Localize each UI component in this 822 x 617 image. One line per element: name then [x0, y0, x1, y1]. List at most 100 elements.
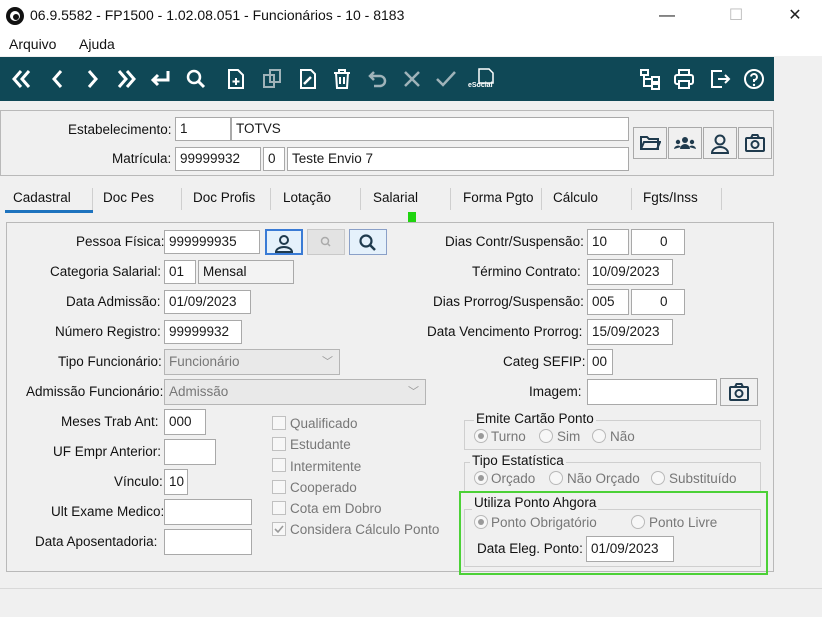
categoria-name-field: Mensal — [198, 260, 294, 284]
previous-icon[interactable] — [44, 63, 72, 95]
qualificado-label: Qualificado — [290, 416, 358, 431]
dias-prorrog-field-2[interactable]: 0 — [631, 289, 685, 315]
dias-prorrog-label: Dias Prorrog/Suspensão: — [433, 294, 584, 309]
tab-fgts-inss[interactable]: Fgts/Inss — [643, 190, 698, 205]
tab-separator — [181, 188, 182, 210]
person-icon — [710, 134, 730, 154]
termino-contrato-field[interactable]: 10/09/2023 — [587, 259, 673, 285]
matricula-name-field[interactable]: Teste Envio 7 — [287, 147, 629, 171]
dias-contr-field-1[interactable]: 10 — [587, 229, 629, 255]
group-button[interactable] — [668, 127, 702, 159]
confirm-icon[interactable] — [432, 63, 460, 95]
help-icon[interactable] — [740, 63, 768, 95]
estudante-label: Estudante — [290, 437, 351, 452]
tab-cadastral[interactable]: Cadastral — [13, 190, 71, 205]
estabelecimento-code-field[interactable]: 1 — [175, 117, 231, 141]
numero-registro-field[interactable]: 99999932 — [164, 320, 242, 344]
exit-icon[interactable] — [706, 63, 734, 95]
matricula-digit-field[interactable]: 0 — [263, 147, 285, 171]
intermitente-checkbox[interactable] — [272, 458, 286, 472]
cooperado-label: Cooperado — [290, 480, 357, 495]
substituido-radio[interactable] — [651, 471, 665, 485]
minimize-button[interactable]: — — [644, 0, 690, 32]
imagem-label: Imagem: — [529, 384, 582, 399]
data-aposentadoria-field[interactable] — [164, 529, 252, 555]
active-tab-indicator — [5, 210, 93, 213]
folder-button[interactable] — [633, 127, 667, 159]
cancel-icon[interactable] — [398, 63, 426, 95]
maximize-button[interactable]: ☐ — [713, 0, 759, 32]
tipo-funcionario-select[interactable]: Funcionário ﹀ — [164, 349, 340, 375]
emite-cartao-title: Emite Cartão Ponto — [474, 411, 596, 426]
imagem-field[interactable] — [587, 379, 717, 405]
ult-exame-field[interactable] — [164, 499, 252, 525]
print-icon[interactable] — [670, 63, 698, 95]
cota-em-dobro-checkbox[interactable] — [272, 501, 286, 515]
delete-icon[interactable] — [328, 63, 356, 95]
meses-trab-field[interactable]: 000 — [164, 409, 206, 435]
nao-orcado-radio[interactable] — [549, 471, 563, 485]
termino-contrato-label: Término Contrato: — [472, 264, 581, 279]
esocial-icon[interactable]: eSocial — [466, 63, 500, 95]
close-button[interactable]: ✕ — [772, 0, 818, 32]
zoom-button[interactable] — [307, 229, 345, 255]
emite-sim-label: Sim — [557, 429, 581, 444]
menu-arquivo[interactable]: Arquivo — [9, 36, 56, 52]
folder-icon — [640, 136, 661, 150]
cota-em-dobro-label: Cota em Dobro — [290, 501, 382, 516]
categ-sefip-label: Categ SEFIP: — [503, 354, 586, 369]
estabelecimento-name-field[interactable]: TOTVS — [231, 117, 629, 141]
edit-icon[interactable] — [294, 63, 322, 95]
tab-doc-pes[interactable]: Doc Pes — [103, 190, 154, 205]
tab-salarial[interactable]: Salarial — [373, 190, 418, 205]
emite-nao-radio[interactable] — [592, 429, 606, 443]
camera-button[interactable] — [738, 127, 772, 159]
cooperado-checkbox[interactable] — [272, 480, 286, 494]
camera-icon — [729, 383, 749, 401]
menu-ajuda[interactable]: Ajuda — [79, 36, 115, 52]
first-icon[interactable] — [8, 63, 36, 95]
pessoa-fisica-person-button[interactable] — [265, 229, 303, 255]
last-icon[interactable] — [112, 63, 140, 95]
imagem-camera-button[interactable] — [720, 378, 758, 406]
tab-forma-pgto[interactable]: Forma Pgto — [463, 190, 534, 205]
matricula-field[interactable]: 99999932 — [175, 147, 261, 171]
undo-icon[interactable] — [364, 63, 392, 95]
person-button[interactable] — [703, 127, 737, 159]
nao-orcado-label: Não Orçado — [567, 471, 640, 486]
pessoa-fisica-field[interactable]: 999999935 — [164, 230, 260, 254]
tab-lotacao[interactable]: Lotação — [283, 190, 331, 205]
admissao-funcionario-select[interactable]: Admissão ﹀ — [164, 379, 426, 405]
qualificado-checkbox[interactable] — [272, 416, 286, 430]
chevron-down-icon: ﹀ — [408, 386, 419, 398]
considera-calculo-ponto-checkbox[interactable] — [272, 522, 286, 536]
data-admissao-field[interactable]: 01/09/2023 — [164, 290, 251, 314]
highlight-box — [459, 491, 768, 575]
tab-doc-profis[interactable]: Doc Profis — [193, 190, 255, 205]
tab-separator — [450, 188, 451, 210]
categoria-code-field[interactable]: 01 — [164, 260, 196, 284]
numero-registro-label: Número Registro: — [55, 324, 161, 339]
emite-turno-radio[interactable] — [474, 429, 488, 443]
pessoa-fisica-search-button[interactable] — [349, 229, 387, 255]
orcado-radio[interactable] — [474, 471, 488, 485]
dias-contr-field-2[interactable]: 0 — [631, 229, 685, 255]
tab-separator — [92, 188, 93, 210]
window-title: 06.9.5582 - FP1500 - 1.02.08.051 - Funci… — [30, 7, 405, 23]
vinculo-field[interactable]: 10 — [164, 469, 188, 495]
next-icon[interactable] — [78, 63, 106, 95]
uf-empr-field[interactable] — [164, 439, 216, 465]
emite-sim-radio[interactable] — [539, 429, 553, 443]
search-icon[interactable] — [182, 63, 210, 95]
categ-sefip-field[interactable]: 00 — [587, 349, 613, 375]
estudante-checkbox[interactable] — [272, 437, 286, 451]
copy-icon[interactable] — [258, 63, 286, 95]
data-vencimento-field[interactable]: 15/09/2023 — [587, 319, 673, 345]
dias-prorrog-field-1[interactable]: 005 — [587, 289, 629, 315]
tipo-funcionario-label: Tipo Funcionário: — [58, 354, 162, 369]
hierarchy-icon[interactable] — [636, 63, 664, 95]
pessoa-fisica-label: Pessoa Física: — [76, 234, 165, 249]
new-document-icon[interactable] — [222, 63, 250, 95]
tab-calculo[interactable]: Cálculo — [553, 190, 598, 205]
return-icon[interactable] — [146, 63, 174, 95]
